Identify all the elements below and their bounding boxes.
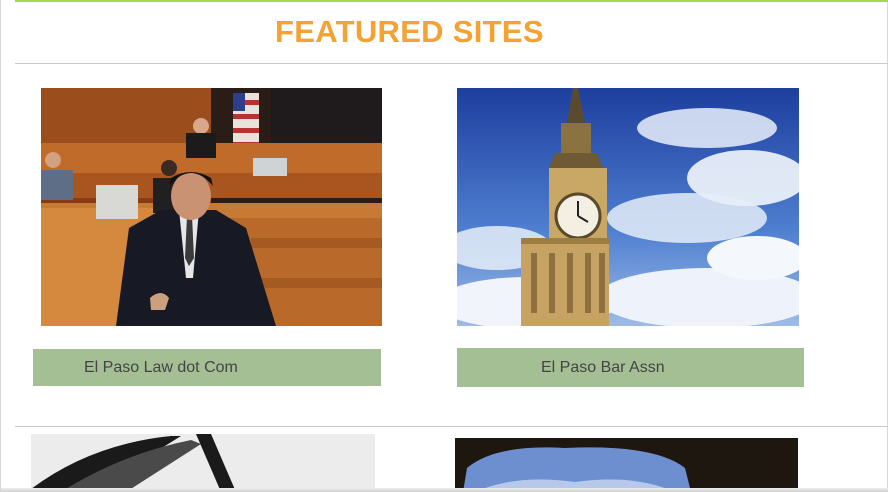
- page-title: FEATURED SITES: [275, 14, 544, 49]
- featured-label-text: El Paso Law dot Com: [84, 358, 238, 376]
- featured-image-partial-right[interactable]: [455, 438, 798, 492]
- big-ben-clock-tower-photo: [457, 88, 799, 326]
- top-rule: [15, 0, 888, 2]
- featured-label-el-paso-law[interactable]: El Paso Law dot Com: [33, 349, 381, 386]
- featured-label-el-paso-bar[interactable]: El Paso Bar Assn: [457, 348, 804, 387]
- divider-middle: [15, 426, 888, 427]
- abstract-photo: [31, 434, 375, 492]
- featured-image-partial-left[interactable]: [31, 434, 375, 492]
- featured-image-big-ben[interactable]: [457, 88, 799, 326]
- bottom-edge: [1, 488, 888, 492]
- courtroom-photo: [41, 88, 382, 326]
- featured-image-courtroom[interactable]: [41, 88, 382, 326]
- page: FEATURED SITES El Paso Law dot Com El Pa…: [0, 0, 888, 492]
- featured-label-text: El Paso Bar Assn: [541, 358, 665, 376]
- arch-photo: [455, 438, 798, 492]
- divider-top: [15, 63, 888, 64]
